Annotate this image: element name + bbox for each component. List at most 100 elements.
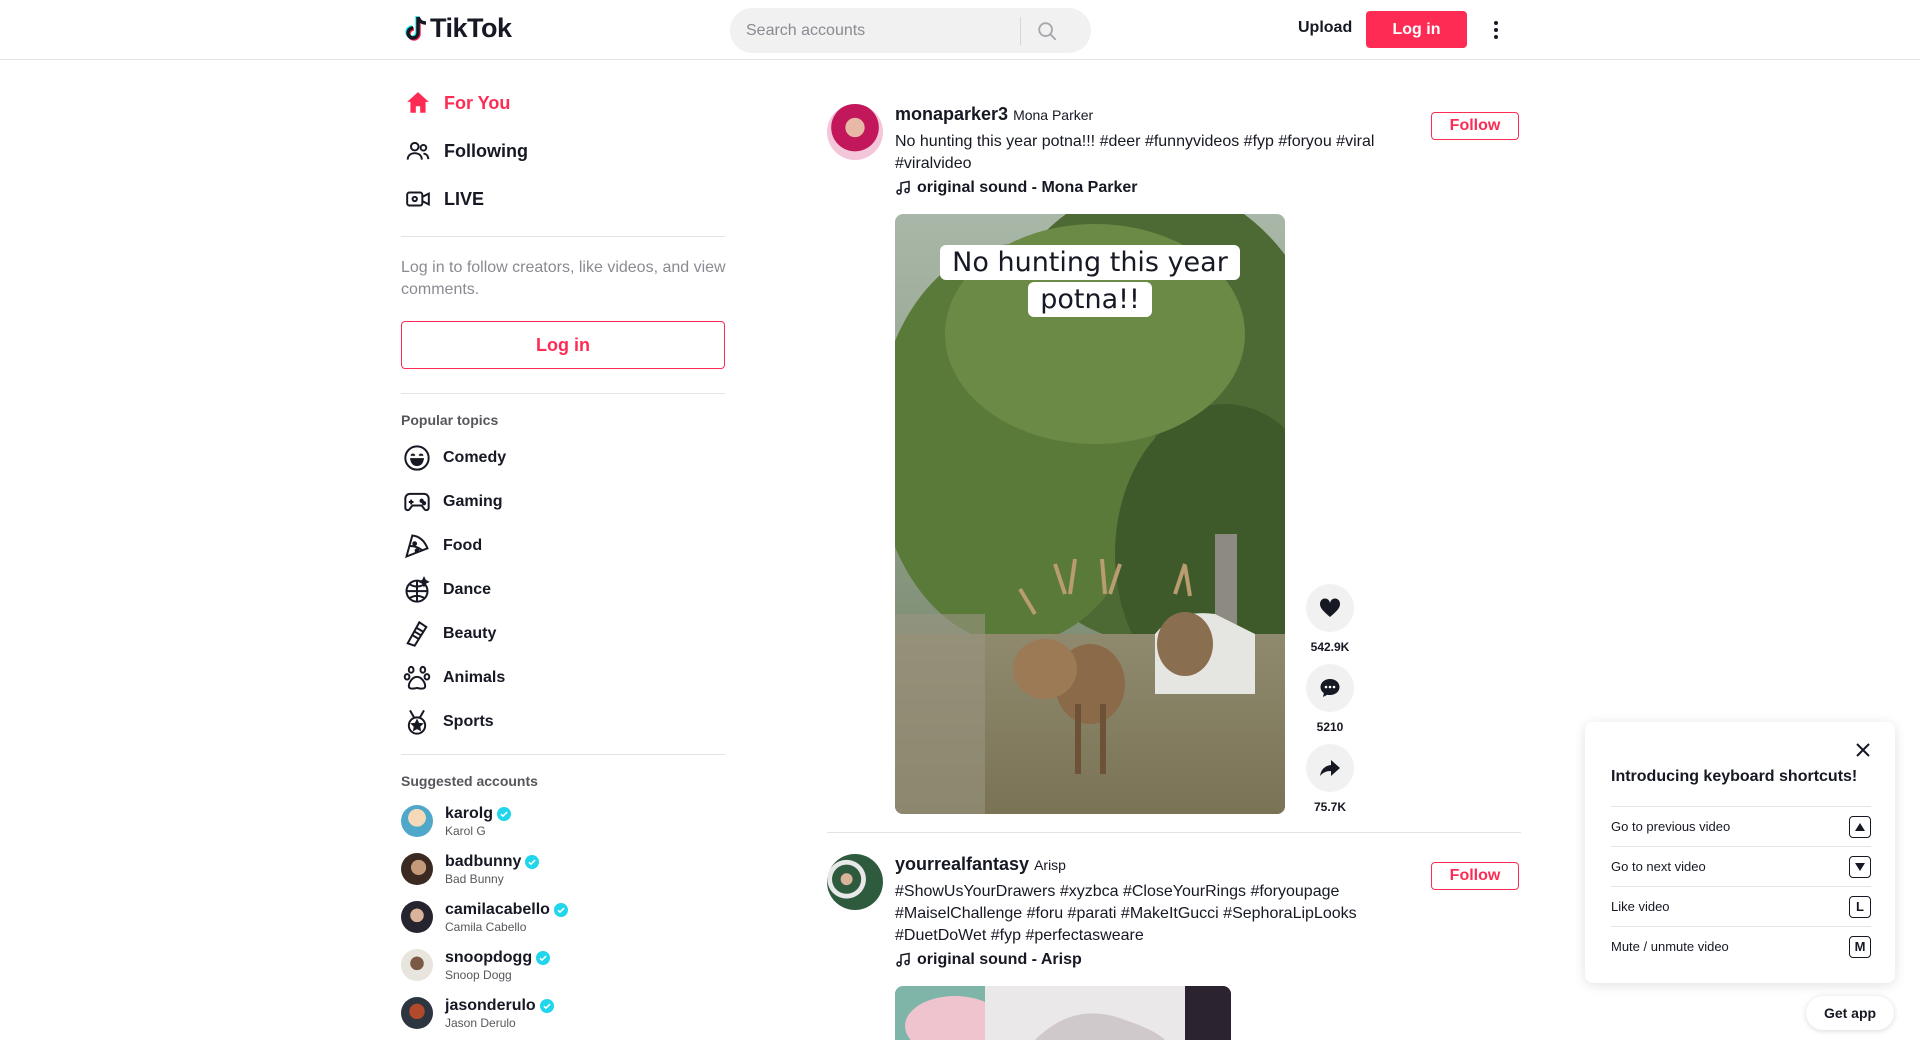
keyboard-panel-title: Introducing keyboard shortcuts! (1611, 768, 1858, 785)
topic-label: Beauty (443, 625, 497, 642)
food-icon (403, 532, 431, 560)
topic-dance[interactable]: Dance (400, 568, 726, 612)
like-action: 542.9K (1306, 584, 1354, 654)
beauty-icon (403, 620, 431, 648)
search-button[interactable] (1021, 8, 1073, 53)
comment-count: 5210 (1316, 720, 1344, 734)
header-login-button[interactable]: Log in (1366, 11, 1467, 48)
popular-topics-title: Popular topics (401, 412, 499, 428)
post-nickname: Arisp (1034, 857, 1066, 873)
nav-following[interactable]: Following (400, 127, 726, 175)
avatar (401, 997, 433, 1029)
upload-link[interactable]: Upload (1298, 19, 1352, 37)
topic-label: Dance (443, 581, 492, 598)
account-username: karolg (445, 804, 494, 822)
shortcut-label: Go to next video (1611, 859, 1706, 874)
nav-for-you[interactable]: For You (400, 79, 726, 127)
share-action: 75.7K (1306, 744, 1354, 814)
shortcut-key: M (1849, 935, 1871, 958)
account-username: jasonderulo (445, 996, 536, 1014)
following-icon (404, 137, 432, 165)
account-name: Jason Derulo (445, 1015, 516, 1030)
post-caption: No hunting this year potna!!! #deer #fun… (895, 133, 1375, 172)
logo-text: TikTok (430, 13, 512, 43)
topic-beauty[interactable]: Beauty (400, 612, 726, 656)
post-nickname: Mona Parker (1013, 107, 1094, 123)
sidebar-divider (401, 236, 725, 237)
music-label: original sound - Mona Parker (917, 179, 1138, 196)
share-count: 75.7K (1313, 800, 1347, 814)
medal-icon (403, 708, 431, 736)
post-body: yourrealfantasy Arisp #ShowUsYourDrawers… (895, 854, 1415, 969)
share-icon (1320, 760, 1340, 776)
search-input[interactable] (730, 8, 1020, 53)
login-hint-text: Log in to follow creators, like videos, … (401, 259, 726, 298)
topic-label: Animals (443, 669, 506, 686)
nav-live[interactable]: LIVE (400, 175, 726, 223)
account-username: badbunny (445, 852, 522, 870)
suggested-account-snoopdogg[interactable]: snoopdogg Snoop Dogg (400, 941, 726, 989)
account-name: Bad Bunny (445, 871, 504, 886)
get-app-button[interactable]: Get app (1806, 996, 1894, 1030)
keyboard-shortcuts-panel: Introducing keyboard shortcuts! Go to pr… (1585, 722, 1895, 983)
video-player[interactable] (895, 986, 1231, 1040)
video-overlay-text: No hunting this year potna!! (937, 244, 1243, 318)
account-username: camilacabello (445, 900, 550, 918)
suggested-account-badbunny[interactable]: badbunny Bad Bunny (400, 845, 726, 893)
post-username[interactable]: yourrealfantasy (895, 854, 1029, 875)
paw-icon (403, 664, 431, 692)
account-name: Camila Cabello (445, 919, 527, 934)
dance-icon (403, 576, 431, 604)
shortcut-row: Like video L (1611, 886, 1871, 926)
follow-button[interactable]: Follow (1431, 112, 1519, 140)
post-avatar[interactable] (827, 104, 883, 160)
verified-icon (553, 902, 568, 917)
post-body: monaparker3 Mona Parker No hunting this … (895, 104, 1415, 197)
sidebar-divider (401, 754, 725, 755)
topic-sports[interactable]: Sports (400, 700, 726, 744)
topic-animals[interactable]: Animals (400, 656, 726, 700)
follow-button[interactable]: Follow (1431, 862, 1519, 890)
key-down-icon (1849, 855, 1871, 878)
music-label: original sound - Arisp (917, 951, 1082, 968)
post-music-link[interactable]: original sound - Arisp (895, 951, 1415, 969)
post-caption: #ShowUsYourDrawers #xyzbca #CloseYourRin… (895, 883, 1357, 944)
post-avatar[interactable] (827, 854, 883, 910)
video-frame (895, 986, 1231, 1040)
more-menu-button[interactable] (1487, 16, 1505, 44)
avatar (401, 901, 433, 933)
topic-comedy[interactable]: Comedy (400, 436, 726, 480)
verified-icon (525, 854, 540, 869)
music-note-icon (896, 180, 910, 195)
search-icon (1038, 21, 1057, 40)
shortcut-label: Mute / unmute video (1611, 939, 1729, 954)
suggested-account-camilacabello[interactable]: camilacabello Camila Cabello (400, 893, 726, 941)
post-username[interactable]: monaparker3 (895, 104, 1008, 125)
topic-label: Food (443, 537, 483, 554)
suggested-account-karolg[interactable]: karolg Karol G (400, 797, 726, 845)
post-music-link[interactable]: original sound - Mona Parker (895, 179, 1415, 197)
gaming-icon (403, 488, 431, 516)
verified-icon (539, 998, 554, 1013)
comment-button[interactable] (1306, 664, 1354, 712)
tiktok-logo[interactable]: TikTok (404, 13, 512, 44)
shortcut-row: Go to next video (1611, 846, 1871, 886)
post-divider (827, 832, 1521, 833)
suggested-account-jasonderulo[interactable]: jasonderulo Jason Derulo (400, 989, 726, 1037)
shortcut-row: Mute / unmute video M (1611, 926, 1871, 966)
sidebar-login-button[interactable]: Log in (401, 321, 725, 369)
share-button[interactable] (1306, 744, 1354, 792)
shortcut-list: Go to previous video Go to next video Li… (1611, 806, 1871, 966)
video-player[interactable]: No hunting this year potna!! (895, 214, 1285, 814)
search-bar (730, 8, 1091, 53)
close-button[interactable] (1851, 738, 1875, 762)
topic-gaming[interactable]: Gaming (400, 480, 726, 524)
shortcut-key: L (1849, 895, 1871, 918)
post-actions: 542.9K 5210 75.7K (1305, 584, 1355, 824)
avatar (401, 949, 433, 981)
account-name: Snoop Dogg (445, 967, 512, 982)
account-username: snoopdogg (445, 948, 533, 966)
like-button[interactable] (1306, 584, 1354, 632)
topic-food[interactable]: Food (400, 524, 726, 568)
topic-label: Sports (443, 713, 494, 730)
